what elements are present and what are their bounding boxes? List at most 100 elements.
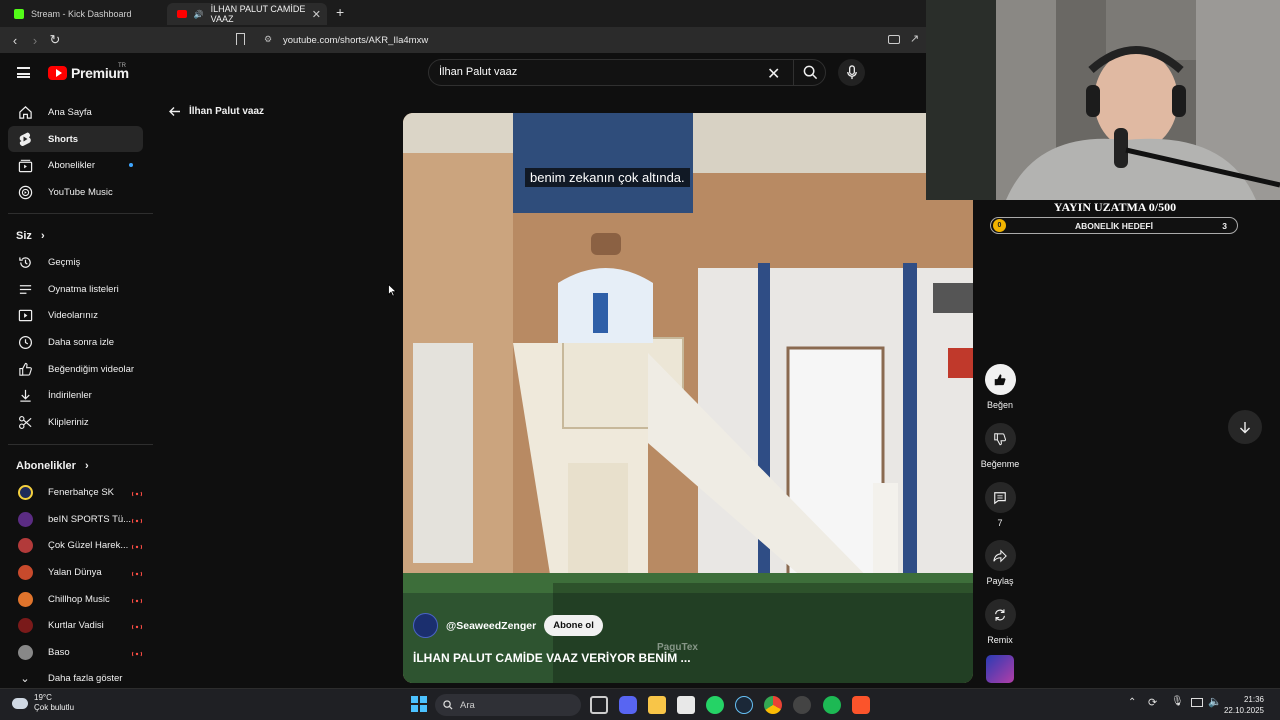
browser-tab-youtube[interactable]: 🔊 İLHAN PALUT CAMİDE VAAZ ✕ — [167, 3, 327, 25]
subscribe-button[interactable]: Abone ol — [544, 615, 603, 636]
cloud-icon — [12, 697, 28, 709]
live-icon — [131, 542, 143, 550]
microphone-tray-icon[interactable]: 🎙 — [1171, 696, 1184, 707]
subscription-item[interactable]: Yalan Dünya — [8, 559, 143, 585]
taskbar-search[interactable]: Ara — [435, 694, 581, 716]
shorts-icon — [17, 131, 33, 147]
remix-button[interactable]: Remix — [978, 599, 1022, 645]
weather-widget[interactable]: 19°C Çok bulutlu — [12, 693, 74, 713]
share-button[interactable]: Paylaş — [978, 540, 1022, 586]
channel-avatar[interactable] — [413, 613, 438, 638]
live-icon — [131, 489, 143, 497]
start-icon[interactable] — [411, 696, 427, 712]
next-video-button[interactable] — [1228, 410, 1262, 444]
subscription-item[interactable]: beIN SPORTS Tü... — [8, 506, 143, 532]
dislike-button[interactable]: Beğenme — [978, 423, 1022, 469]
back-to-search[interactable]: İlhan Palut vaaz — [168, 106, 264, 117]
sidebar-item-downloads[interactable]: İndirilenler — [8, 382, 143, 408]
shorts-video-player[interactable]: benim zekanın çok altında. PaguTex @Seaw… — [403, 113, 973, 683]
subscriptions-icon — [17, 157, 33, 173]
sound-thumbnail[interactable] — [986, 655, 1014, 683]
steelseries-icon[interactable] — [793, 696, 811, 714]
new-tab-button[interactable]: + — [336, 4, 344, 20]
like-label: Beğen — [986, 400, 1014, 410]
search-icon — [443, 700, 453, 710]
volume-icon[interactable]: 🔈 — [1208, 695, 1222, 708]
arrow-left-icon — [169, 107, 180, 116]
sidebar-item-clips[interactable]: Klipleriniz — [8, 409, 143, 435]
chrome-icon[interactable] — [764, 696, 782, 714]
thumbs-up-icon — [984, 364, 1016, 395]
youtube-premium-logo[interactable]: Premium TR — [48, 63, 129, 81]
browser-tab-kick[interactable]: Stream - Kick Dashboard — [4, 3, 164, 25]
live-icon — [131, 596, 143, 604]
system-clock[interactable]: 21:36 22.10.2025 — [1224, 694, 1264, 716]
comments-button[interactable]: 7 — [978, 482, 1022, 528]
playlist-icon — [17, 281, 33, 297]
sidebar-item-home[interactable]: Ana Sayfa — [8, 99, 143, 125]
sidebar-item-youtube-music[interactable]: YouTube Music — [8, 179, 143, 205]
discord-icon[interactable] — [619, 696, 637, 714]
search-button[interactable] — [793, 60, 827, 85]
sidebar-item-shorts[interactable]: Shorts — [8, 126, 143, 152]
subscription-item[interactable]: Fenerbahçe SK — [8, 479, 143, 505]
task-view-icon[interactable] — [590, 696, 608, 714]
clear-search-icon[interactable]: ✕ — [767, 64, 780, 84]
whatsapp-icon[interactable] — [706, 696, 724, 714]
back-label: İlhan Palut vaaz — [189, 106, 265, 117]
sync-icon[interactable]: ⟳ — [1148, 696, 1157, 709]
spotify-icon[interactable] — [823, 696, 841, 714]
chevron-right-icon: › — [40, 230, 45, 242]
caption-subtitle: benim zekanın çok altında. — [525, 168, 690, 187]
video-title[interactable]: İLHAN PALUT CAMİDE VAAZ VERİYOR BENİM ..… — [413, 651, 691, 665]
voice-search-button[interactable] — [838, 59, 865, 86]
channel-name[interactable]: @SeaweedZenger — [446, 620, 536, 632]
forward-icon[interactable]: › — [25, 30, 45, 50]
show-hidden-icons[interactable]: ⌃ — [1128, 697, 1136, 708]
share-page-icon[interactable]: ↗ — [910, 32, 919, 45]
subscription-item[interactable]: Baso — [8, 639, 143, 665]
logo-region: TR — [118, 63, 126, 69]
you-section-title[interactable]: Siz › — [16, 230, 45, 242]
url-field[interactable]: youtube.com/shorts/AKR_Ila4mxw — [283, 35, 428, 46]
close-tab-icon[interactable]: ✕ — [312, 8, 321, 21]
sidebar-item-playlists[interactable]: Oynatma listeleri — [8, 276, 143, 302]
subscriptions-section-title[interactable]: Abonelikler › — [16, 460, 89, 472]
time: 21:36 — [1243, 695, 1264, 704]
download-icon — [17, 387, 33, 403]
back-icon[interactable]: ‹ — [5, 30, 25, 50]
live-icon — [131, 516, 143, 524]
windows-taskbar: 19°C Çok bulutlu Ara ⌃ ⟳ 🎙 🔈 21:36 22.10… — [0, 688, 1280, 720]
file-explorer-icon[interactable] — [648, 696, 666, 714]
browser-tab-bar: Stream - Kick Dashboard 🔊 İLHAN PALUT CA… — [0, 0, 926, 27]
store-icon[interactable] — [677, 696, 695, 714]
history-icon — [17, 254, 33, 270]
sidebar-item-subscriptions[interactable]: Abonelikler — [8, 152, 143, 178]
bookmark-icon[interactable] — [236, 33, 245, 45]
live-icon — [131, 649, 143, 657]
reading-mode-icon[interactable] — [888, 35, 900, 44]
comment-icon — [984, 482, 1016, 513]
subscription-item[interactable]: Chillhop Music — [8, 586, 143, 612]
divider — [8, 444, 153, 445]
brave-icon[interactable] — [852, 696, 870, 714]
subscription-item[interactable]: Çok Güzel Harek... — [8, 532, 143, 558]
sidebar-item-your-videos[interactable]: Videolarınız — [8, 302, 143, 328]
live-icon — [131, 622, 143, 630]
reload-icon[interactable]: ↻ — [45, 30, 65, 50]
like-button[interactable]: Beğen — [978, 364, 1022, 410]
steam-icon[interactable] — [735, 696, 753, 714]
display-icon[interactable] — [1191, 698, 1203, 707]
channel-avatar — [17, 617, 33, 633]
sidebar-item-liked-videos[interactable]: Beğendiğim videolar — [8, 356, 143, 382]
goal-label: ABONELİK HEDEFİ — [1075, 221, 1153, 231]
thumbs-down-icon — [984, 423, 1016, 454]
site-settings-icon[interactable]: ⚙ — [264, 34, 272, 45]
new-content-dot — [129, 163, 133, 167]
search-input[interactable]: İlhan Palut vaaz — [439, 66, 517, 78]
sidebar-item-watch-later[interactable]: Daha sonra izle — [8, 329, 143, 355]
remix-icon — [984, 599, 1016, 630]
sidebar-item-history[interactable]: Geçmiş — [8, 249, 143, 275]
subscription-item[interactable]: Kurtlar Vadisi — [8, 612, 143, 638]
menu-icon[interactable] — [17, 67, 30, 78]
